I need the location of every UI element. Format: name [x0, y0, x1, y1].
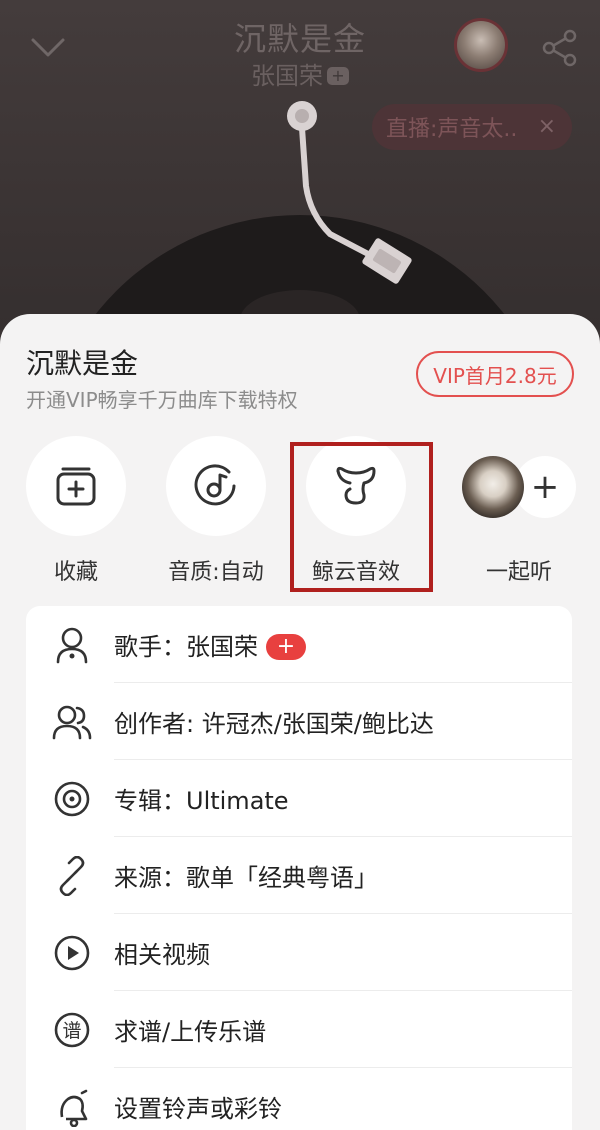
player-background: 沉默是金 张国荣 + 直播:声音太.. × — [0, 0, 600, 330]
ringtone-text: 设置铃声或彩铃 — [114, 1095, 282, 1123]
related-video-text: 相关视频 — [114, 941, 210, 969]
list-item-composer[interactable]: 创作者: 许冠杰/张国荣/鲍比达 — [26, 683, 572, 760]
listen-together-action[interactable]: + 一起听 — [454, 436, 584, 586]
tonearm — [287, 101, 412, 284]
now-playing-title: 沉默是金 — [233, 20, 366, 58]
collect-button[interactable] — [26, 436, 126, 536]
follow-singer-button[interactable]: + — [266, 634, 306, 660]
sheet-music-glyph: 谱 — [62, 1020, 81, 1042]
now-playing-artist[interactable]: 张国荣 + — [0, 56, 600, 91]
singer-label: 歌手：张国荣 — [114, 633, 258, 661]
listen-together-icon — [462, 456, 524, 518]
list-item-source[interactable]: 来源：歌单「经典粤语」 — [26, 837, 572, 914]
album-disc-icon — [52, 779, 92, 819]
audio-quality-icon — [194, 464, 236, 506]
close-icon[interactable]: × — [538, 114, 556, 139]
list-item-singer[interactable]: 歌手：张国荣 + — [26, 606, 572, 683]
user-avatar[interactable] — [454, 18, 508, 72]
vip-promo-text: 开通VIP畅享千万曲库下载特权 — [26, 388, 298, 412]
list-item-album[interactable]: 专辑：Ultimate — [26, 760, 572, 837]
composer-icon — [52, 702, 92, 742]
sheet-song-title: 沉默是金 — [26, 347, 139, 380]
listen-together-button[interactable]: + — [454, 436, 584, 536]
artist-name: 张国荣 — [251, 62, 323, 90]
highlight-annotation — [290, 442, 433, 592]
link-icon — [52, 855, 92, 896]
sheet-music-icon: 谱 — [52, 1010, 92, 1050]
source-text: 来源：歌单「经典粤语」 — [114, 864, 378, 892]
audio-quality-label: 音质:自动 — [168, 560, 264, 585]
share-icon — [542, 29, 577, 67]
video-play-icon — [52, 933, 92, 973]
ringtone-bell-icon — [52, 1087, 92, 1127]
add-to-collection-icon — [56, 467, 96, 506]
follow-artist-icon[interactable]: + — [327, 67, 349, 85]
sheet-music-text: 求谱/上传乐谱 — [114, 1018, 267, 1046]
list-item-sheet-music[interactable]: 谱 求谱/上传乐谱 — [26, 991, 572, 1068]
listen-together-label: 一起听 — [485, 560, 552, 585]
audio-quality-button[interactable] — [166, 436, 266, 536]
composer-text: 创作者: 许冠杰/张国荣/鲍比达 — [114, 710, 434, 738]
share-button[interactable] — [540, 28, 580, 68]
singer-icon — [52, 625, 92, 665]
vip-offer-button[interactable]: VIP首月2.8元 — [416, 351, 574, 397]
list-item-ringtone[interactable]: 设置铃声或彩铃 — [26, 1068, 572, 1130]
song-info-list: 歌手：张国荣 + 创作者: 许冠杰/张国荣/鲍比达 专辑：Ultimate 来源… — [26, 606, 572, 1130]
collect-label: 收藏 — [53, 560, 98, 585]
album-text: 专辑：Ultimate — [114, 787, 289, 815]
singer-text: 歌手：张国荣 + — [114, 627, 306, 662]
audio-quality-action[interactable]: 音质:自动 — [156, 436, 276, 586]
collect-action[interactable]: 收藏 — [16, 436, 136, 586]
song-menu-sheet: 沉默是金 开通VIP畅享千万曲库下载特权 VIP首月2.8元 收藏 音质:自动 — [0, 314, 600, 1130]
list-item-related-video[interactable]: 相关视频 — [26, 914, 572, 991]
